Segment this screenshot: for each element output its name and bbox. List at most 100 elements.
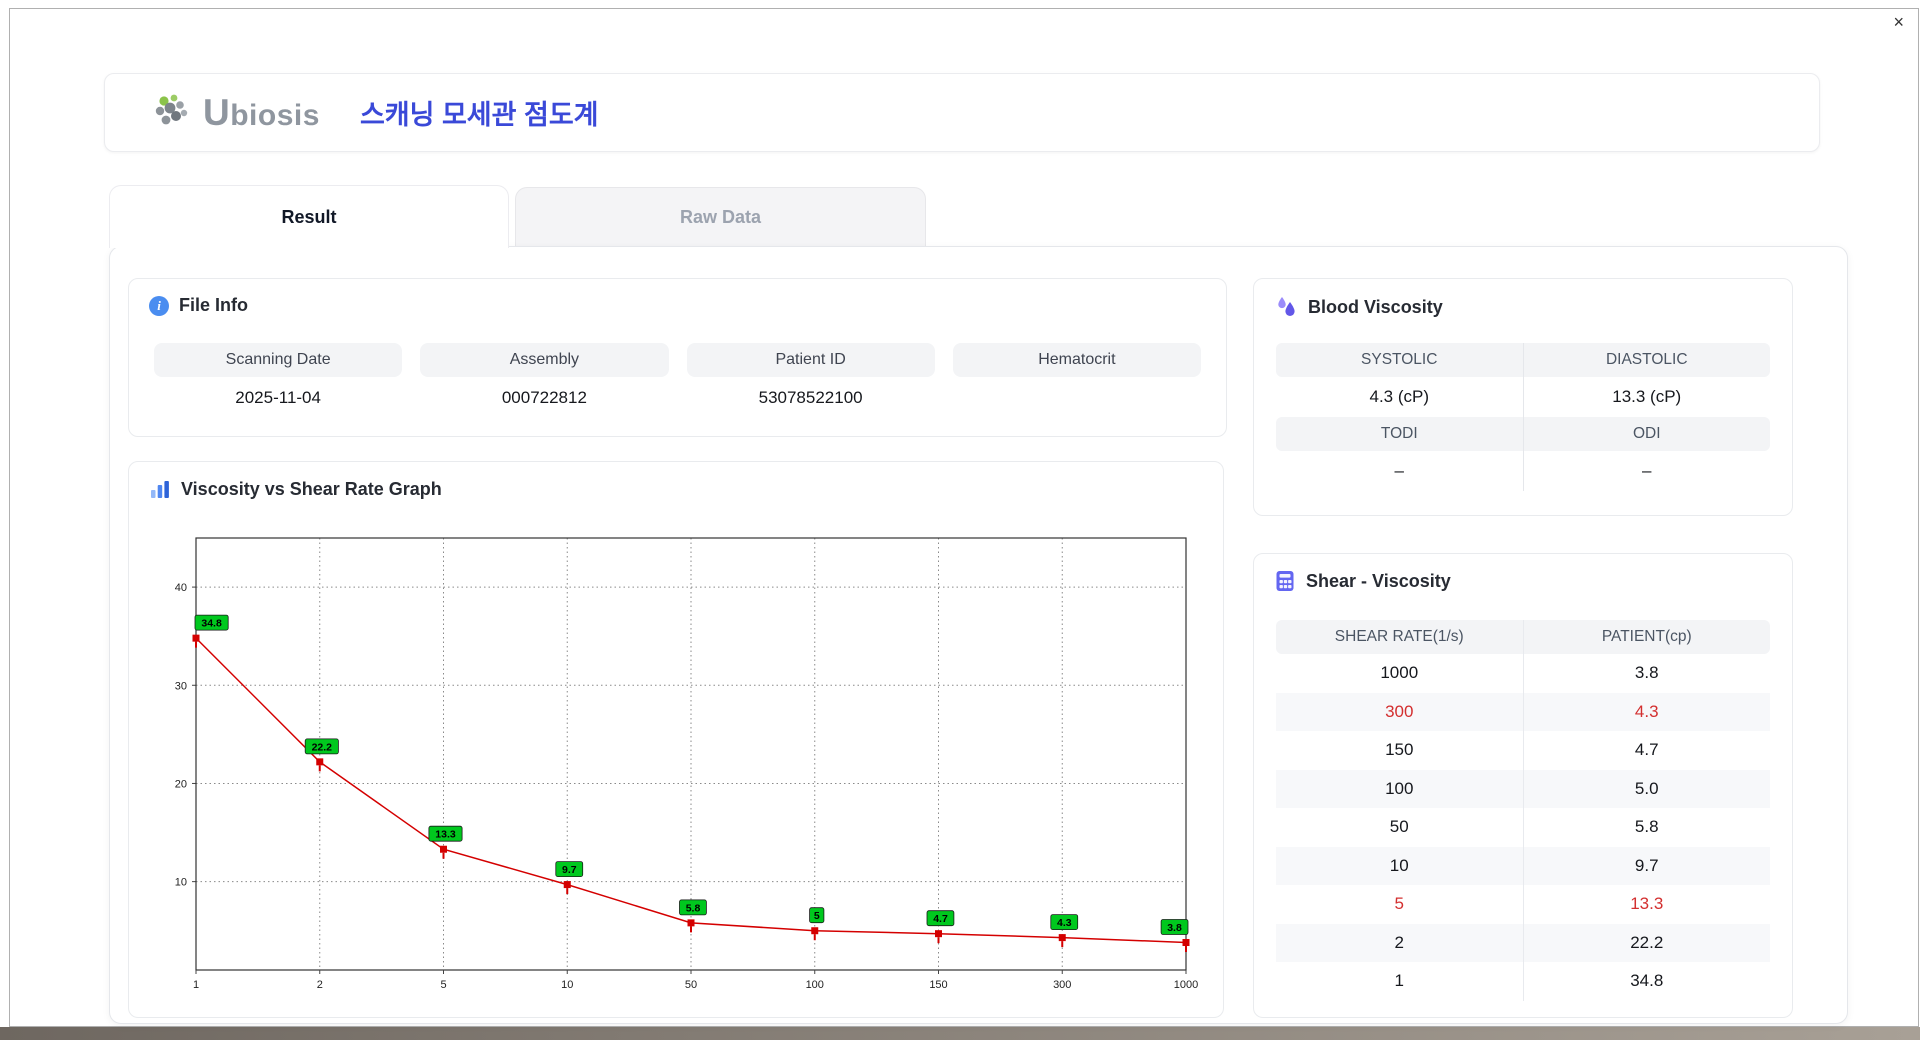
svg-text:5.8: 5.8 (686, 902, 701, 914)
patient-viscosity-cell: 4.7 (1522, 731, 1771, 770)
shear-table-body: 1000 3.8 300 4.3 150 4.7 100 5.0 50 5.8 10 9.7 5 13.3… (1276, 654, 1770, 1001)
blood-viscosity-header-cell: ODI (1522, 417, 1771, 451)
file-info-field-label: Patient ID (686, 343, 935, 377)
shear-table-row: 1000 3.8 (1276, 654, 1770, 693)
result-panel: File Info Scanning Date 2025-11-04 Assembl… (109, 246, 1848, 1024)
blood-viscosity-header-cell: SYSTOLIC (1361, 351, 1438, 368)
svg-text:300: 300 (1053, 979, 1071, 991)
shear-table-row: 10 9.7 (1276, 846, 1771, 885)
blood-viscosity-value-row: – – (1276, 451, 1770, 491)
close-icon[interactable]: × (1893, 11, 1904, 33)
file-info-field-0: Scanning Date 2025-11-04 (154, 343, 403, 419)
shear-viscosity-card: Shear - Viscosity SHEAR RATE(1/s) PATIENT… (1253, 553, 1793, 1018)
svg-text:4.7: 4.7 (933, 913, 948, 925)
file-info-field-value (953, 377, 1201, 419)
file-info-field-label: Assembly (420, 343, 669, 377)
shear-table-row: 300 4.3 (1276, 692, 1771, 731)
shear-viscosity-title-row: Shear - Viscosity (1274, 570, 1451, 592)
svg-text:4.3: 4.3 (1057, 917, 1072, 929)
patient-viscosity-cell: 9.7 (1522, 846, 1771, 885)
file-info-field-2: Patient ID 53078522100 (686, 343, 935, 419)
taskbar-strip (0, 1027, 1920, 1040)
blood-viscosity-value-cell: 4.3 (cP) (1369, 387, 1430, 406)
file-info-field-label: Hematocrit (952, 343, 1201, 377)
viscosity-shear-chart: 10 20 30 40 1 2 5 10 50 100 150 300 1000 34.8 22.2 13.3… (175, 537, 1198, 991)
file-info-field-value: 2025-11-04 (235, 388, 321, 407)
file-info-card: File Info Scanning Date 2025-11-04 Assembl… (128, 278, 1227, 437)
svg-text:1: 1 (193, 979, 199, 991)
shear-table-row: 150 4.7 (1276, 731, 1770, 770)
patient-viscosity-cell: 4.3 (1522, 692, 1771, 731)
shear-rate-cell: 50 (1389, 817, 1409, 837)
patient-viscosity-cell: 13.3 (1522, 885, 1771, 924)
tab-raw-data[interactable]: Raw Data (515, 187, 926, 246)
logo: Ubiosis (153, 92, 320, 134)
blood-viscosity-table: SYSTOLIC DIASTOLIC 4.3 (cP) 13.3 (cP) TODI OD… (1276, 343, 1770, 491)
dots-cluster-icon (155, 94, 188, 124)
file-info-title: File Info (179, 295, 248, 315)
shear-rate-cell: 2 (1394, 932, 1404, 952)
svg-text:50: 50 (685, 979, 697, 991)
svg-text:34.8: 34.8 (201, 618, 222, 630)
shear-rate-cell: 1 (1394, 971, 1404, 991)
shear-table-header: SHEAR RATE(1/s) PATIENT(cp) (1276, 620, 1770, 654)
svg-text:22.2: 22.2 (312, 741, 333, 753)
logo-text: Ubiosis (203, 91, 320, 133)
shear-table-column-header: SHEAR RATE(1/s) (1334, 628, 1464, 645)
svg-text:9.7: 9.7 (562, 864, 577, 876)
blood-viscosity-title: Blood Viscosity (1308, 296, 1443, 317)
svg-text:10: 10 (561, 979, 573, 991)
blood-viscosity-title-row: Blood Viscosity (1274, 295, 1443, 319)
file-info-field-3: Hematocrit (952, 343, 1201, 419)
tab-result[interactable]: Result (109, 185, 509, 248)
app-window: × Ubiosis 스캐닝 모세관 점도계 Result Raw Data Fi… (9, 8, 1919, 1027)
table-icon (1276, 571, 1294, 591)
blood-viscosity-value-cell: – (1394, 461, 1404, 480)
app-header: Ubiosis 스캐닝 모세관 점도계 (104, 73, 1820, 152)
blood-viscosity-header-cell: DIASTOLIC (1522, 343, 1771, 377)
shear-table-row: 5 13.3 (1276, 885, 1770, 924)
file-info-field-1: Assembly 000722812 (420, 343, 669, 419)
patient-viscosity-cell: 3.8 (1522, 654, 1771, 693)
file-info-field-value: 53078522100 (758, 388, 863, 407)
svg-text:5: 5 (440, 979, 446, 991)
svg-text:30: 30 (175, 680, 187, 692)
svg-text:40: 40 (175, 582, 187, 594)
shear-table: SHEAR RATE(1/s) PATIENT(cp) 1000 3.8 300 4.3… (1276, 620, 1770, 1001)
shear-rate-cell: 5 (1394, 894, 1404, 914)
patient-viscosity-cell: 22.2 (1522, 923, 1771, 962)
viscosity-graph-card: Viscosity vs Shear Rate Graph 10 20 30 40 1 2… (128, 461, 1224, 1018)
shear-table-row: 50 5.8 (1276, 808, 1770, 847)
shear-rate-cell: 1000 (1380, 663, 1419, 683)
svg-text:10: 10 (175, 877, 187, 889)
shear-table-column-header: PATIENT(cp) (1522, 620, 1771, 654)
svg-text:1000: 1000 (1174, 979, 1198, 991)
shear-rate-cell: 300 (1385, 701, 1414, 721)
blood-viscosity-value-cell: – (1522, 451, 1771, 491)
shear-table-row: 100 5.0 (1276, 769, 1771, 808)
patient-viscosity-cell: 5.0 (1522, 769, 1771, 808)
svg-text:100: 100 (806, 979, 824, 991)
blood-viscosity-value-row: 4.3 (cP) 13.3 (cP) (1276, 377, 1770, 417)
page-title: 스캐닝 모세관 점도계 (359, 100, 599, 130)
shear-rate-cell: 100 (1385, 778, 1414, 798)
file-info-fields: Scanning Date 2025-11-04 Assembly 000722812… (154, 343, 1201, 419)
water-drop-icon (1278, 297, 1295, 316)
svg-text:20: 20 (175, 778, 187, 790)
shear-viscosity-title: Shear - Viscosity (1306, 570, 1451, 591)
shear-table-row: 1 34.8 (1276, 962, 1770, 1001)
blood-viscosity-header-row: TODI ODI (1276, 417, 1770, 451)
blood-viscosity-header-row: SYSTOLIC DIASTOLIC (1276, 343, 1770, 377)
blood-viscosity-header-cell: TODI (1380, 425, 1418, 442)
file-info-field-label: Scanning Date (154, 343, 403, 377)
file-info-field-value: 000722812 (501, 388, 587, 407)
svg-text:2: 2 (317, 979, 323, 991)
svg-text:150: 150 (929, 979, 947, 991)
svg-text:5: 5 (814, 910, 820, 922)
svg-text:13.3: 13.3 (435, 829, 456, 841)
shear-rate-cell: 150 (1385, 740, 1414, 760)
patient-viscosity-cell: 34.8 (1522, 962, 1771, 1001)
blood-viscosity-value-cell: 13.3 (cP) (1522, 377, 1771, 417)
shear-rate-cell: 10 (1389, 855, 1409, 875)
file-info-title-row: File Info (149, 295, 248, 316)
